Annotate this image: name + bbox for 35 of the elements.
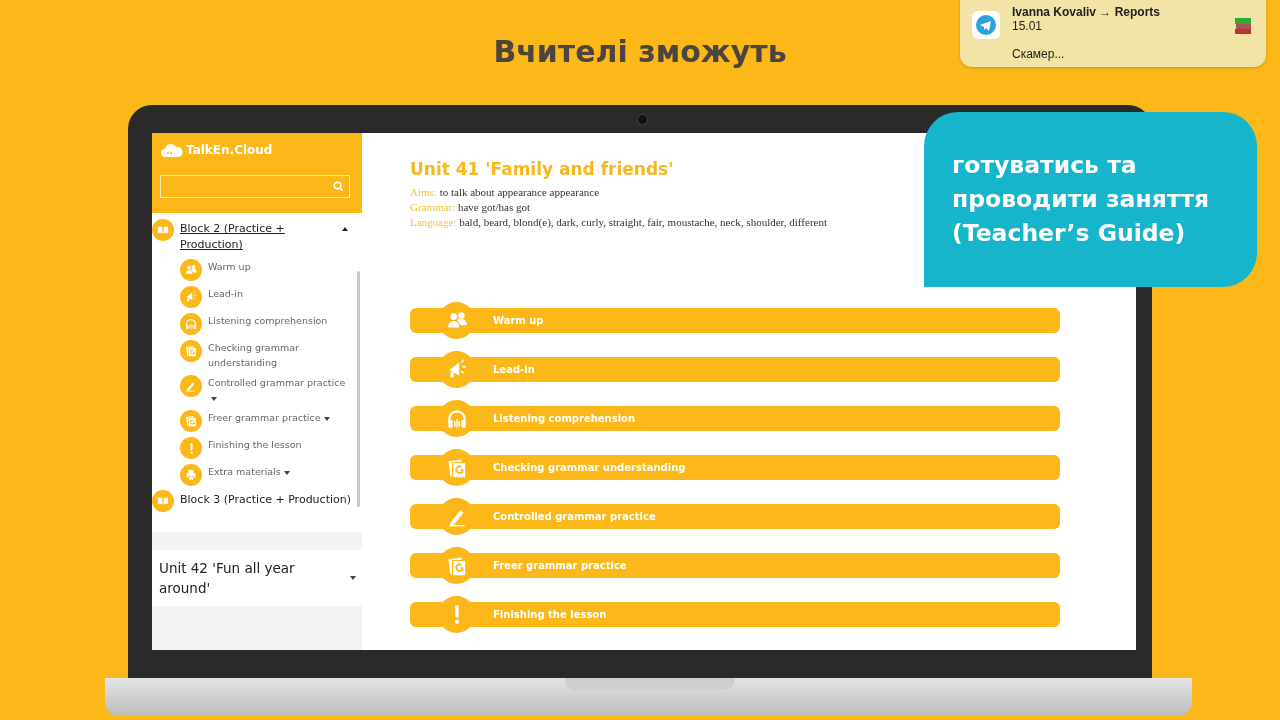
activity-bar[interactable] (410, 553, 1060, 579)
activity-bar[interactable] (410, 602, 1060, 628)
lesson-title: Unit 41 'Family and friends' (410, 159, 674, 180)
lesson-info-line: Aims: to talk about appearance appearance (410, 185, 601, 201)
sidebar-activity-link[interactable]: Extra materials (208, 464, 290, 479)
activity-bar[interactable] (410, 308, 1060, 334)
activity-bar[interactable] (410, 357, 1060, 383)
notification-time: 15.01 (1012, 19, 1044, 33)
activity-bar[interactable] (410, 406, 1060, 432)
sidebar-activity-link[interactable]: Finishing the lesson (208, 437, 302, 452)
callout-text: готуватись та проводити заняття (Teacher’s Guide) (924, 112, 1257, 287)
unit-link[interactable]: Unit 42 'Fun all year around' (159, 558, 319, 598)
camera-dot (637, 114, 648, 125)
notification-sender: Ivanna Kovaliv → Reports (1012, 5, 1162, 19)
sidebar-activity-link[interactable]: Freer grammar practice (208, 410, 330, 425)
sidebar-activity-link[interactable]: Warm up (208, 259, 251, 274)
activity-bar[interactable] (410, 504, 1060, 530)
logo: TalkEn.Cloud (160, 141, 350, 159)
activity-bar[interactable] (410, 455, 1060, 481)
books-icon (1232, 15, 1254, 37)
notification-card[interactable]: Ivanna Kovaliv → Reports 15.01 Скамер... (960, 0, 1266, 67)
notification-message: Скамер... (1012, 47, 1066, 61)
sidebar-activity-link[interactable]: Lead-in (208, 286, 243, 301)
slide-heading: Вчителі зможуть (493, 34, 787, 70)
exclamation-icon (189, 442, 193, 454)
lesson-info-line: Language: bald, beard, blond(e), dark, curly, straight, fair, moustache, neck, shoulder, different (410, 215, 828, 231)
sidebar-activity-link[interactable]: Checking grammar understanding (208, 340, 348, 370)
exclamation-icon (453, 605, 460, 625)
paper-plane-icon (972, 11, 1000, 39)
sidebar-block-link[interactable]: Block 2 (Practice + Production) (180, 221, 290, 253)
search-field[interactable] (160, 175, 350, 198)
sidebar-activity-link[interactable]: Controlled grammar practice (208, 375, 348, 405)
sidebar-block-link[interactable]: Block 3 (Practice + Production) (180, 492, 351, 508)
sidebar-activity-link[interactable]: Listening comprehension (208, 313, 328, 328)
search-icon (333, 181, 344, 192)
